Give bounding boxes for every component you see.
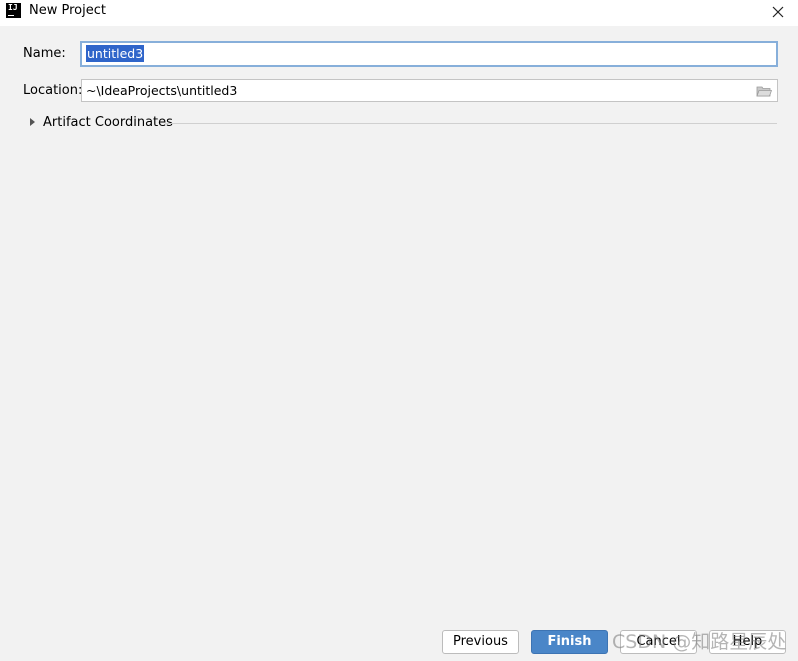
name-label: Name:	[23, 46, 66, 61]
window-title: New Project	[29, 3, 106, 18]
intellij-icon: IJ	[6, 3, 21, 18]
location-label: Location:	[23, 83, 83, 98]
app-icon-bar	[8, 15, 14, 16]
finish-button[interactable]: Finish	[531, 630, 608, 654]
section-divider	[165, 123, 777, 124]
previous-button[interactable]: Previous	[442, 630, 519, 654]
title-bar: IJ New Project	[0, 0, 798, 26]
app-icon-text: IJ	[8, 3, 18, 12]
chevron-right-icon	[30, 118, 35, 126]
cancel-button[interactable]: Cancel	[620, 630, 697, 654]
folder-icon[interactable]	[756, 85, 772, 97]
close-icon	[772, 6, 784, 18]
close-button[interactable]	[766, 1, 790, 23]
name-field-value[interactable]: untitled3	[86, 45, 145, 62]
location-input[interactable]	[82, 80, 777, 101]
location-field[interactable]	[81, 79, 778, 102]
artifact-coordinates-toggle[interactable]: Artifact Coordinates	[28, 114, 778, 132]
help-button[interactable]: Help	[709, 630, 786, 654]
new-project-dialog: IJ New Project Name: untitled3 Location:…	[0, 0, 798, 661]
artifact-coordinates-label: Artifact Coordinates	[43, 115, 173, 130]
name-field[interactable]: untitled3	[80, 41, 778, 67]
